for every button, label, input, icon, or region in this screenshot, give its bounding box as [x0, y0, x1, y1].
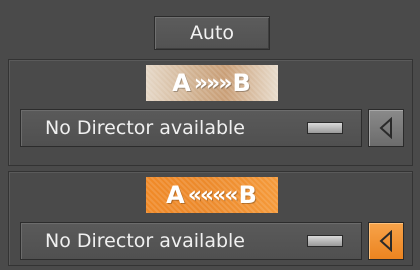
- auto-button-label: Auto: [189, 22, 235, 44]
- badge-from-label: A: [172, 69, 192, 97]
- direction-badge-a-to-b: A »»» B: [146, 65, 278, 101]
- badge-to-label: B: [232, 69, 252, 97]
- side-arrow-button-b-to-a[interactable]: [368, 222, 404, 260]
- badge-from-label: A: [166, 181, 186, 209]
- auto-button[interactable]: Auto: [154, 16, 270, 50]
- director-select-value: No Director available: [45, 117, 246, 139]
- director-select-a-to-b[interactable]: No Director available: [20, 109, 362, 147]
- director-select-value: No Director available: [45, 230, 246, 252]
- direction-badge-b-to-a: A «««« B: [146, 177, 278, 213]
- badge-to-label: B: [238, 181, 258, 209]
- triangle-left-icon: [379, 117, 392, 139]
- backward-arrows-icon: ««««: [187, 182, 239, 208]
- dropdown-handle-icon: [307, 235, 343, 247]
- director-select-b-to-a[interactable]: No Director available: [20, 222, 362, 260]
- triangle-left-icon: [379, 230, 392, 252]
- dropdown-handle-icon: [307, 122, 343, 134]
- side-arrow-button-a-to-b[interactable]: [368, 109, 404, 147]
- forward-arrows-icon: »»»: [193, 70, 233, 96]
